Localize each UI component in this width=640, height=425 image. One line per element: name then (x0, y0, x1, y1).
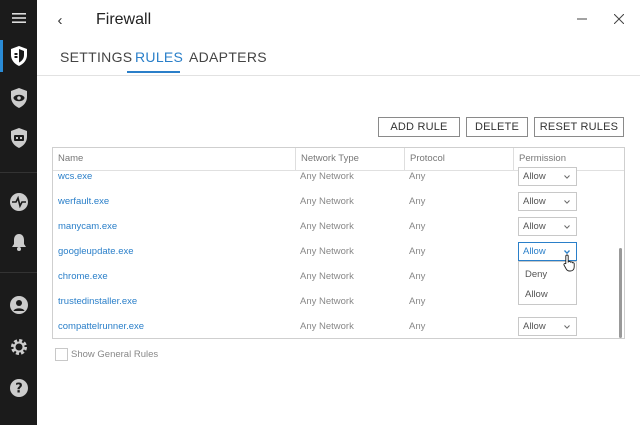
permission-select[interactable]: Allow (518, 317, 577, 336)
permission-value: Allow (523, 196, 546, 207)
table-row[interactable]: werfault.exe Any Network Any Allow (53, 189, 624, 214)
sidebar-item-firewall[interactable] (0, 40, 37, 72)
permission-value: Allow (523, 321, 546, 332)
mouse-cursor-icon (563, 254, 575, 272)
rule-name: chrome.exe (58, 271, 108, 282)
rule-network-type: Any Network (300, 221, 354, 232)
back-arrow-icon: ‹ (57, 11, 63, 29)
table-row[interactable]: wcs.exe Any Network Any Allow (53, 164, 624, 189)
rule-name: wcs.exe (58, 171, 93, 182)
rule-protocol: Any (409, 271, 426, 282)
help-icon: ? (9, 379, 28, 397)
table-row[interactable]: manycam.exe Any Network Any Allow (53, 214, 624, 239)
show-general-rules-label[interactable]: Show General Rules (71, 349, 158, 360)
rules-table: Name Network Type Protocol Permission wc… (52, 147, 625, 339)
permission-value: Allow (523, 246, 546, 257)
rule-name: trustedinstaller.exe (58, 296, 138, 307)
firewall-shield-icon (10, 46, 27, 66)
tab-rules[interactable]: RULES (135, 49, 183, 65)
rule-protocol: Any (409, 296, 426, 307)
rule-protocol: Any (409, 246, 426, 257)
shield-icon (10, 128, 27, 148)
bell-icon (11, 234, 26, 251)
table-row[interactable]: compattelrunner.exe Any Network Any Allo… (53, 314, 624, 338)
privacy-eye-shield-icon (10, 88, 27, 108)
chevron-down-icon (564, 175, 570, 179)
rule-name: googleupdate.exe (58, 246, 134, 257)
dropdown-option-deny[interactable]: Deny (525, 269, 547, 280)
dropdown-option-allow[interactable]: Allow (525, 289, 548, 300)
permission-value: Allow (523, 171, 546, 182)
rule-network-type: Any Network (300, 296, 354, 307)
sidebar-item-help[interactable]: ? (0, 372, 37, 404)
rule-protocol: Any (409, 221, 426, 232)
rule-name: manycam.exe (58, 221, 118, 232)
sidebar-item-protection[interactable] (0, 122, 37, 154)
sidebar-item-account[interactable] (0, 289, 37, 321)
title-bar: ‹ Firewall (37, 0, 640, 40)
sidebar-item-notifications[interactable] (0, 226, 37, 258)
rule-network-type: Any Network (300, 246, 354, 257)
minimize-icon (577, 18, 587, 20)
chevron-down-icon (564, 200, 570, 204)
rule-network-type: Any Network (300, 171, 354, 182)
reset-rules-button[interactable]: RESET RULES (534, 117, 624, 137)
tab-adapters[interactable]: ADAPTERS (189, 49, 267, 65)
user-icon (9, 296, 28, 314)
chevron-down-icon (564, 325, 570, 329)
sidebar-divider (0, 172, 37, 173)
active-tab-indicator (127, 71, 180, 73)
activity-icon (9, 193, 28, 211)
menu-icon (11, 13, 26, 23)
rule-network-type: Any Network (300, 271, 354, 282)
menu-button[interactable] (0, 0, 37, 36)
rule-network-type: Any Network (300, 321, 354, 332)
sidebar-item-privacy[interactable] (0, 82, 37, 114)
show-general-rules-checkbox[interactable] (55, 348, 68, 361)
rule-protocol: Any (409, 321, 426, 332)
page-title: Firewall (96, 11, 152, 28)
svg-text:?: ? (15, 382, 23, 397)
permission-select[interactable]: Allow (518, 192, 577, 211)
sidebar-divider-2 (0, 272, 37, 273)
rule-network-type: Any Network (300, 196, 354, 207)
tab-settings[interactable]: SETTINGS (60, 49, 132, 65)
close-icon (614, 14, 624, 24)
close-button[interactable] (609, 10, 629, 28)
permission-select[interactable]: Allow (518, 167, 577, 186)
permission-select[interactable]: Allow (518, 217, 577, 236)
sidebar: ? (0, 0, 37, 425)
rule-protocol: Any (409, 171, 426, 182)
rule-protocol: Any (409, 196, 426, 207)
main-panel: ‹ Firewall SETTINGS RULES ADAPTERS ADD R… (37, 0, 640, 425)
rule-name: werfault.exe (58, 196, 110, 207)
sidebar-item-activity[interactable] (0, 186, 37, 218)
rule-name: compattelrunner.exe (58, 321, 145, 332)
add-rule-button[interactable]: ADD RULE (378, 117, 460, 137)
table-scrollbar[interactable] (619, 248, 622, 338)
sidebar-item-settings[interactable] (0, 331, 37, 363)
back-button[interactable]: ‹ (49, 9, 71, 31)
permission-value: Allow (523, 221, 546, 232)
minimize-button[interactable] (572, 10, 592, 28)
delete-button[interactable]: DELETE (466, 117, 528, 137)
chevron-down-icon (564, 225, 570, 229)
gear-icon (10, 339, 27, 355)
